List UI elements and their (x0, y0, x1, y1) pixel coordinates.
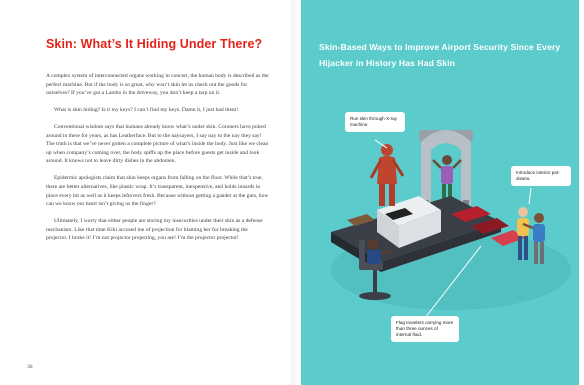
page-number: 36 (27, 364, 33, 370)
page-title: Skin: What’s It Hiding Under There? (46, 37, 263, 51)
book-gutter (291, 0, 301, 385)
paragraph: Conventional wisdom says that humans alr… (46, 124, 269, 165)
callout-pat-down: Introduce interior pat-downs. (511, 166, 571, 186)
paragraph: What is skin hiding? Is it my keys? I ca… (54, 107, 239, 114)
paragraph: Ultimately, I worry that either people a… (46, 218, 263, 242)
callout-xray: Run skin through X-ray machine. (345, 112, 405, 132)
illustration-panel: Skin-Based Ways to Improve Airport Secur… (301, 0, 579, 385)
left-page: Skin: What’s It Hiding Under There? A co… (0, 0, 292, 385)
right-page: Skin-Based Ways to Improve Airport Secur… (301, 0, 584, 385)
skinless-figure (369, 144, 405, 206)
body-text: A complex system of interconnected organ… (46, 72, 270, 251)
illustration-headline: Skin-Based Ways to Improve Airport Secur… (319, 42, 561, 68)
callout-internal-fluid: Flag travelers carrying more than three … (391, 316, 459, 342)
paragraph: Epidermic apologists claim that skin kee… (46, 175, 269, 208)
paragraph: A complex system of interconnected organ… (46, 73, 269, 97)
book-spread: Skin: What’s It Hiding Under There? A co… (0, 0, 584, 385)
